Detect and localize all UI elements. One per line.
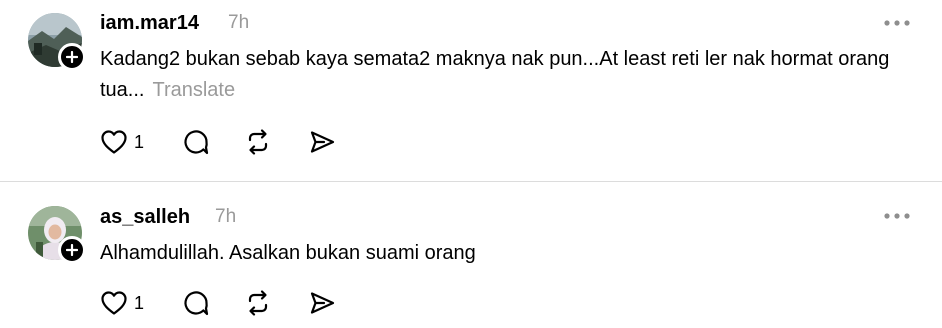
send-icon: [310, 292, 335, 314]
more-options-button[interactable]: [882, 206, 912, 226]
username[interactable]: iam.mar14: [100, 11, 199, 35]
like-count: 1: [134, 132, 145, 152]
repost-button[interactable]: [244, 288, 272, 318]
repost-button[interactable]: [244, 127, 272, 157]
divider: [0, 181, 942, 182]
share-button[interactable]: [308, 288, 336, 318]
more-options-button[interactable]: [882, 13, 912, 33]
heart-icon: [101, 130, 127, 154]
comment-icon: [184, 291, 209, 316]
heart-icon: [101, 291, 127, 315]
repost-icon: [248, 290, 268, 316]
username[interactable]: as_salleh: [100, 205, 190, 229]
follow-button[interactable]: [58, 43, 86, 71]
comment-icon: [184, 130, 209, 155]
comment-button[interactable]: [182, 127, 210, 157]
comment-post: iam.mar14 7h Kadang2 bukan sebab kaya se…: [0, 0, 942, 181]
repost-icon: [248, 129, 268, 155]
comment-button[interactable]: [182, 288, 210, 318]
timestamp: 7h: [215, 206, 237, 227]
like-button[interactable]: 1: [100, 288, 144, 318]
share-button[interactable]: [308, 127, 336, 157]
action-bar: 1: [100, 288, 340, 318]
like-count: 1: [134, 293, 145, 313]
avatar[interactable]: [28, 206, 86, 264]
send-icon: [310, 131, 335, 153]
avatar[interactable]: [28, 13, 86, 71]
post-text: Alhamdulillah. Asalkan bukan suami orang: [100, 242, 476, 264]
translate-link[interactable]: Translate: [152, 79, 235, 101]
timestamp: 7h: [228, 12, 250, 33]
more-horizontal-icon: [884, 20, 910, 26]
plus-icon: [66, 51, 78, 63]
like-button[interactable]: 1: [100, 127, 144, 157]
post-text: Kadang2 bukan sebab kaya semata2 maknya …: [100, 44, 900, 106]
plus-icon: [66, 244, 78, 256]
more-horizontal-icon: [884, 213, 910, 219]
follow-button[interactable]: [58, 236, 86, 264]
